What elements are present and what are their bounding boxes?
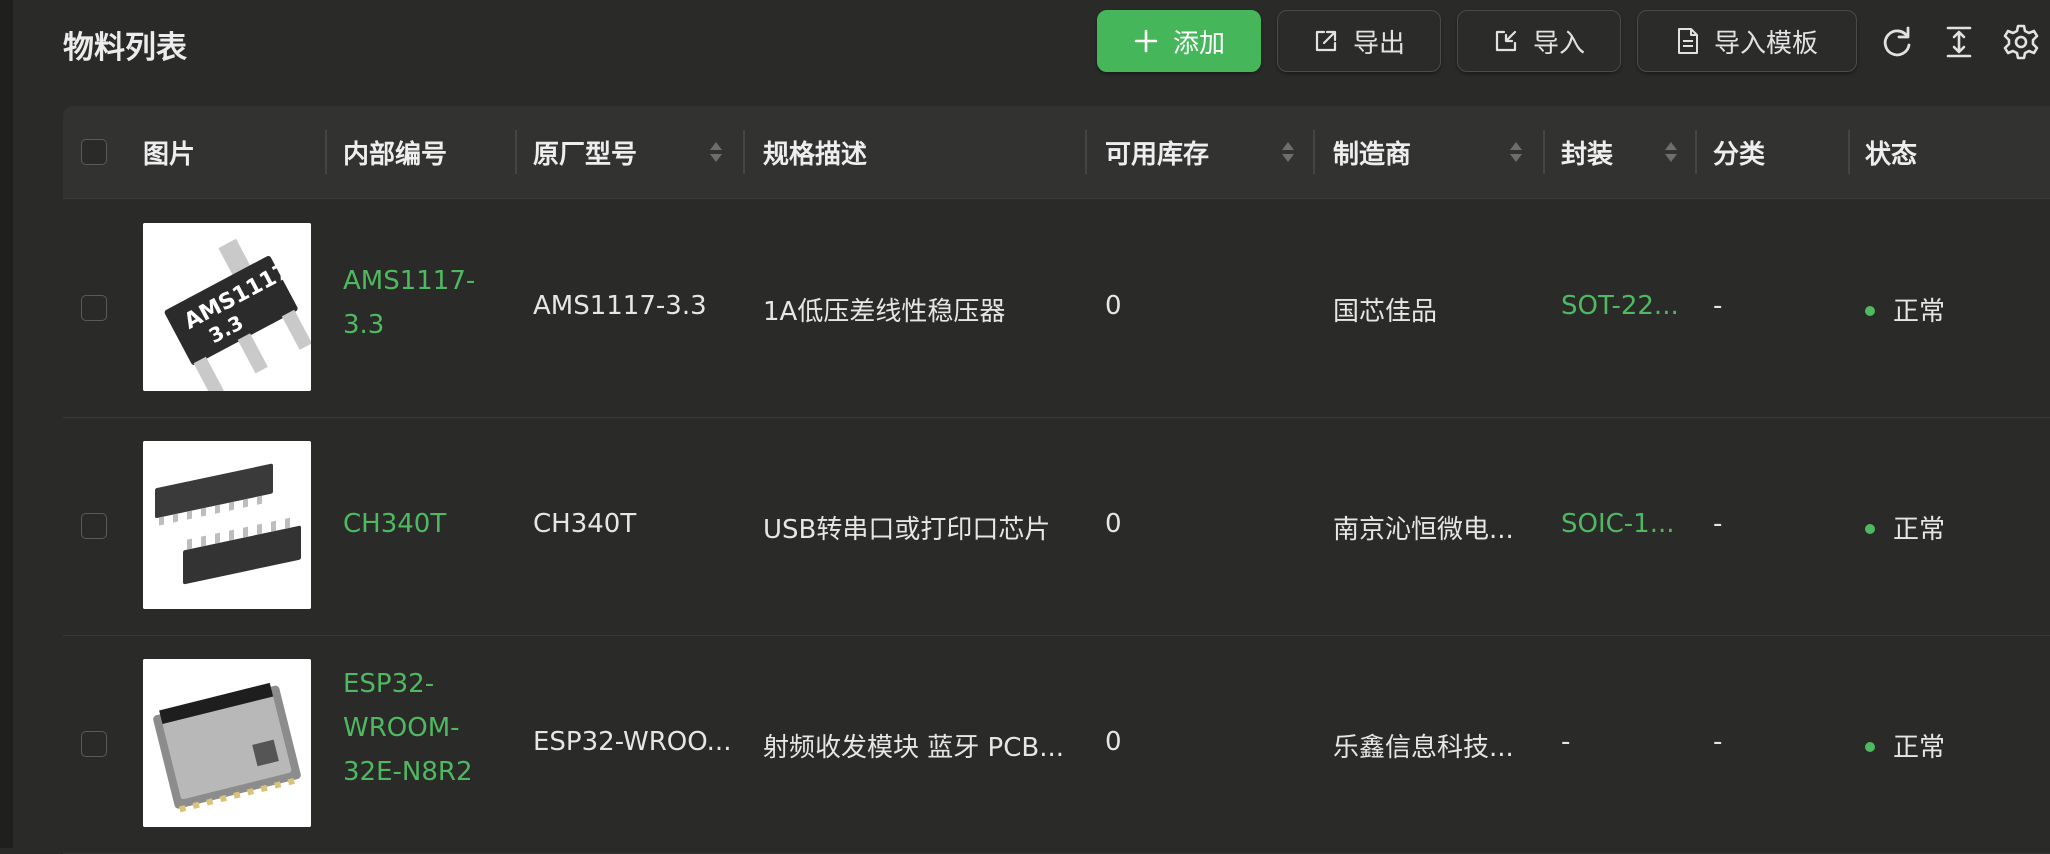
manufacturer: 乐鑫信息科技... <box>1333 733 1514 763</box>
status-label: 正常 <box>1893 515 1946 545</box>
plus-icon <box>1134 29 1158 53</box>
package: - <box>1561 727 1571 757</box>
table-row: CH340T CH340T USB转串口或打印口芯片 0 南京沁恒微电... S… <box>63 417 2050 636</box>
column-header-part-no[interactable]: 原厂型号 <box>533 106 637 198</box>
add-button[interactable]: 添加 <box>1097 10 1261 72</box>
manufacturer: 南京沁恒微电... <box>1333 515 1514 545</box>
status: 正常 <box>1865 509 1945 546</box>
column-header-status: 状态 <box>1865 139 1918 170</box>
status-label: 正常 <box>1893 297 1946 327</box>
column-header-package[interactable]: 封装 <box>1561 106 1613 198</box>
column-header-image: 图片 <box>143 139 196 170</box>
settings-icon[interactable] <box>2001 22 2041 62</box>
column-divider <box>1848 130 1850 174</box>
sort-icon[interactable] <box>1663 136 1679 168</box>
part-no: AMS1117-3.3 <box>533 291 707 321</box>
column-divider <box>1085 130 1087 174</box>
manufacturer: 国芯佳品 <box>1333 297 1438 327</box>
column-header-stock[interactable]: 可用库存 <box>1105 106 1209 198</box>
document-icon <box>1677 28 1698 54</box>
import-icon <box>1495 30 1517 52</box>
description: 1A低压差线性稳压器 <box>763 297 1006 327</box>
part-image[interactable]: AMS1117 3.3 <box>143 223 311 391</box>
description: USB转串口或打印口芯片 <box>763 515 1051 545</box>
export-button[interactable]: 导出 <box>1277 10 1441 72</box>
part-image[interactable] <box>143 659 311 827</box>
sort-icon[interactable] <box>1508 136 1524 168</box>
import-template-button-label: 导入模板 <box>1713 28 1818 59</box>
material-table: 图片 内部编号 原厂型号 规格描述 可用库存 制造商 封装 分类 状态 AMS1… <box>63 106 2050 854</box>
export-button-label: 导出 <box>1352 28 1405 59</box>
status-label: 正常 <box>1893 733 1946 763</box>
status-dot <box>1865 741 1875 752</box>
table-row: AMS1117 3.3 AMS1117-3.3 AMS1117-3.3 1A低压… <box>63 199 2050 418</box>
column-height-icon[interactable] <box>1939 22 1979 62</box>
package-link[interactable]: SOT-22... <box>1561 291 1679 321</box>
internal-no-link[interactable]: AMS1117-3.3 <box>343 259 503 347</box>
column-header-category: 分类 <box>1713 139 1766 170</box>
table-header: 图片 内部编号 原厂型号 规格描述 可用库存 制造商 封装 分类 状态 <box>63 106 2050 199</box>
column-divider <box>743 130 745 174</box>
row-checkbox[interactable] <box>81 295 107 321</box>
refresh-icon[interactable] <box>1877 22 1917 62</box>
select-all-checkbox[interactable] <box>81 139 107 165</box>
column-header-internal-no: 内部编号 <box>343 139 448 170</box>
category: - <box>1713 509 1723 539</box>
sort-icon[interactable] <box>708 136 724 168</box>
column-divider <box>1313 130 1315 174</box>
category: - <box>1713 727 1723 757</box>
row-checkbox[interactable] <box>81 731 107 757</box>
stock-value: 0 <box>1105 509 1122 539</box>
package-link[interactable]: SOIC-1... <box>1561 509 1675 539</box>
column-divider <box>515 130 517 174</box>
column-header-description: 规格描述 <box>763 139 868 170</box>
internal-no-link[interactable]: ESP32-WROOM-32E-N8R2 <box>343 662 483 794</box>
sort-icon[interactable] <box>1280 136 1296 168</box>
left-edge-strip <box>0 0 13 848</box>
column-divider <box>325 130 327 174</box>
column-divider <box>1695 130 1697 174</box>
export-icon <box>1315 30 1337 52</box>
column-header-manufacturer[interactable]: 制造商 <box>1333 106 1411 198</box>
category: - <box>1713 291 1723 321</box>
status: 正常 <box>1865 291 1945 328</box>
table-row: ESP32-WROOM-32E-N8R2 ESP32-WROO... 射频收发模… <box>63 635 2050 854</box>
part-image[interactable] <box>143 441 311 609</box>
import-button-label: 导入 <box>1532 28 1585 59</box>
status-dot <box>1865 305 1875 316</box>
description: 射频收发模块 蓝牙 PCB... <box>763 733 1064 763</box>
stock-value: 0 <box>1105 727 1122 757</box>
internal-no-link[interactable]: CH340T <box>343 509 446 539</box>
page-title: 物料列表 <box>63 30 187 66</box>
add-button-label: 添加 <box>1172 28 1225 59</box>
row-checkbox[interactable] <box>81 513 107 539</box>
status-dot <box>1865 523 1875 534</box>
stock-value: 0 <box>1105 291 1122 321</box>
status: 正常 <box>1865 727 1945 764</box>
import-template-button[interactable]: 导入模板 <box>1637 10 1857 72</box>
part-no: ESP32-WROO... <box>533 727 732 757</box>
import-button[interactable]: 导入 <box>1457 10 1621 72</box>
column-divider <box>1543 130 1545 174</box>
part-no: CH340T <box>533 509 637 539</box>
